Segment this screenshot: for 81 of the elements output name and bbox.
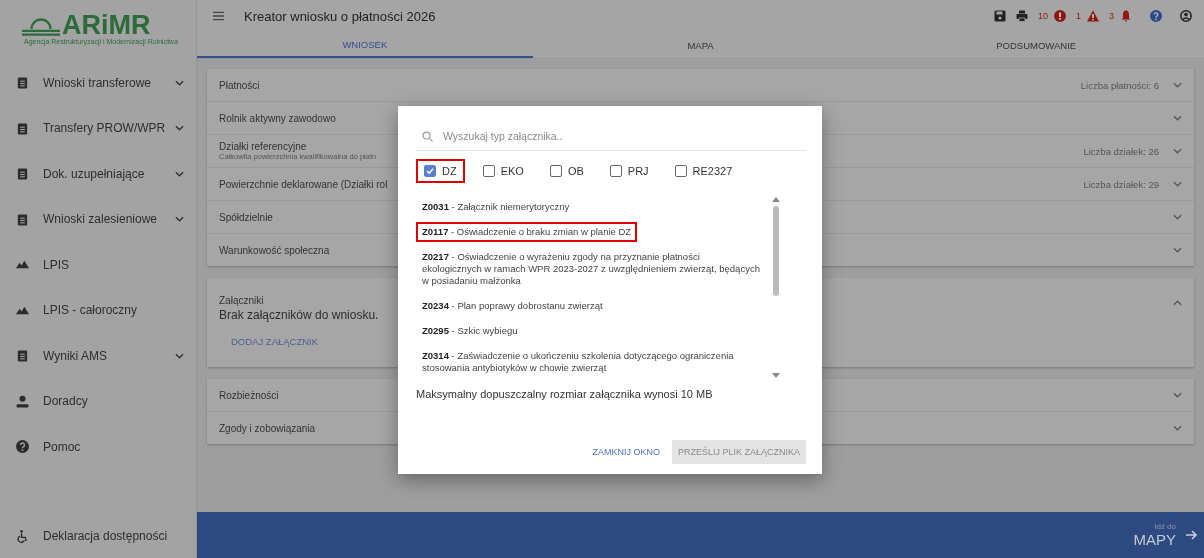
chevron-down-icon bbox=[175, 170, 184, 177]
panel-title[interactable]: Płatności bbox=[219, 79, 260, 91]
clipboard-icon bbox=[16, 121, 29, 135]
scrollbar[interactable] bbox=[772, 197, 780, 378]
attachment-type-item[interactable]: Z0314 - Zaświadczenie o ukończeniu szkolenia dotyczącego ograniczenia stosowania antybiotyków w chowie zwierząt bbox=[416, 346, 766, 378]
sidebar-item[interactable]: Wnioski transferowe bbox=[0, 60, 196, 106]
chevron-down-icon[interactable] bbox=[1173, 425, 1182, 431]
chevron-down-icon bbox=[175, 79, 184, 86]
chevron-down-icon[interactable] bbox=[1173, 392, 1182, 398]
chevron-down-icon[interactable] bbox=[1173, 247, 1182, 253]
logo-name: ARiMR bbox=[62, 11, 151, 38]
filter-checkbox[interactable]: DZ bbox=[416, 159, 465, 183]
help-icon[interactable] bbox=[1150, 10, 1162, 22]
scroll-up-icon[interactable] bbox=[772, 197, 780, 202]
attachment-type-item[interactable]: Z0117 - Oświadczenie o braku zmian w planie DZ bbox=[416, 222, 638, 242]
panel-title[interactable]: Warunkowość społeczna bbox=[219, 244, 330, 256]
chevron-down-icon[interactable] bbox=[1173, 148, 1182, 154]
notification-count: 3 bbox=[1109, 11, 1114, 21]
clipboard-icon bbox=[16, 349, 29, 363]
close-button[interactable]: ZAMKNIJ OKNO bbox=[586, 440, 666, 464]
sidebar-item[interactable]: Deklaracja dostępności bbox=[0, 514, 196, 558]
logo-icon bbox=[22, 17, 60, 39]
attachment-type-item[interactable]: Z0234 - Plan poprawy dobrostanu zwierząt bbox=[416, 296, 609, 316]
attachment-type-item[interactable]: Z0031 - Załącznik niemerytoryczny bbox=[416, 197, 576, 217]
clipboard-icon bbox=[16, 167, 29, 181]
clipboard-icon bbox=[16, 76, 29, 90]
checkmark-icon bbox=[425, 166, 435, 176]
warning-count: 1 bbox=[1075, 11, 1081, 21]
chevron-down-icon[interactable] bbox=[1173, 181, 1182, 187]
sidebar-item[interactable]: Pomoc bbox=[0, 424, 196, 470]
search-icon bbox=[422, 130, 433, 142]
filter-checkbox[interactable]: OB bbox=[541, 159, 592, 183]
chevron-down-icon[interactable] bbox=[1173, 115, 1182, 121]
chevron-up-icon[interactable] bbox=[1173, 300, 1182, 306]
person-icon bbox=[16, 394, 29, 408]
panel-title[interactable]: Spółdzielnie bbox=[219, 211, 273, 223]
sidebar-item[interactable]: LPIS bbox=[0, 242, 196, 288]
error-count: 10 bbox=[1037, 11, 1048, 21]
warning-icon[interactable] bbox=[1087, 10, 1099, 22]
help-icon bbox=[16, 440, 29, 454]
chevron-down-icon bbox=[175, 125, 184, 132]
panel-title[interactable]: Rozbieżności bbox=[219, 389, 279, 401]
clipboard-icon bbox=[16, 212, 29, 226]
panel-info: Liczba działek: 29 bbox=[1083, 178, 1159, 190]
panel-title[interactable]: Powierzchnie deklarowane (Działki rol bbox=[219, 178, 388, 190]
chevron-down-icon bbox=[175, 352, 184, 359]
sidebar-item[interactable]: Dok. uzupełniające bbox=[0, 151, 196, 197]
tab[interactable]: WNIOSEK bbox=[197, 32, 533, 58]
panel-title[interactable]: Załączniki bbox=[219, 295, 264, 306]
save-icon[interactable] bbox=[993, 10, 1006, 22]
attachment-type-item[interactable]: Z0217 - Oświadczenie o wyrażeniu zgody na przyznanie płatności ekologicznych w ramach WPR 2023-2027 z uwzględnieniem zwierząt, będących w posiadaniu małżonka bbox=[416, 247, 766, 291]
menu-icon[interactable] bbox=[213, 11, 224, 21]
chevron-down-icon[interactable] bbox=[1173, 214, 1182, 220]
chevron-down-icon[interactable] bbox=[1173, 82, 1182, 88]
size-limit-note: Maksymalny dopuszczalny rozmiar załącznika wynosi 10 MB bbox=[416, 388, 714, 400]
bell-icon[interactable] bbox=[1120, 10, 1132, 22]
sidebar-item[interactable]: Transfery PROW/WPR bbox=[0, 105, 196, 151]
empty-message: Brak załączników do wniosku. bbox=[219, 308, 380, 322]
sidebar-item[interactable]: LPIS - całoroczny bbox=[0, 287, 196, 333]
chevron-down-icon bbox=[175, 216, 184, 223]
page-title: Kreator wniosku o płatności 2026 bbox=[244, 8, 436, 24]
panel-title[interactable]: Działki referencyjne bbox=[219, 141, 377, 152]
panel-title[interactable]: Zgody i zobowiązania bbox=[219, 422, 316, 434]
filter-checkbox[interactable]: PRJ bbox=[601, 159, 657, 183]
filter-checkbox[interactable]: EKO bbox=[474, 159, 532, 183]
sidebar-item[interactable]: Wyniki AMS bbox=[0, 333, 196, 379]
sidebar-item[interactable]: Wnioski zalesieniowe bbox=[0, 196, 196, 242]
go-to-map-button[interactable]: Idź do MAPY bbox=[1133, 522, 1204, 548]
panel-title[interactable]: Rolnik aktywny zawodowo bbox=[219, 112, 336, 124]
error-icon[interactable] bbox=[1053, 10, 1066, 22]
panel-info: Liczba płatności: 6 bbox=[1080, 79, 1159, 91]
attachment-type-item[interactable]: Z0295 - Szkic wybiegu bbox=[416, 321, 524, 341]
print-icon[interactable] bbox=[1015, 10, 1028, 22]
tab[interactable]: MAPA bbox=[532, 32, 869, 58]
sidebar-item[interactable]: Doradcy bbox=[0, 378, 196, 424]
wheelchair-icon bbox=[16, 529, 29, 543]
filter-checkbox[interactable]: RE2327 bbox=[666, 159, 741, 183]
panel-info: Liczba działek: 26 bbox=[1083, 145, 1159, 157]
account-icon[interactable] bbox=[1180, 10, 1192, 22]
arrow-right-icon bbox=[1186, 529, 1198, 541]
tab[interactable]: PODSUMOWANIE bbox=[868, 32, 1204, 58]
